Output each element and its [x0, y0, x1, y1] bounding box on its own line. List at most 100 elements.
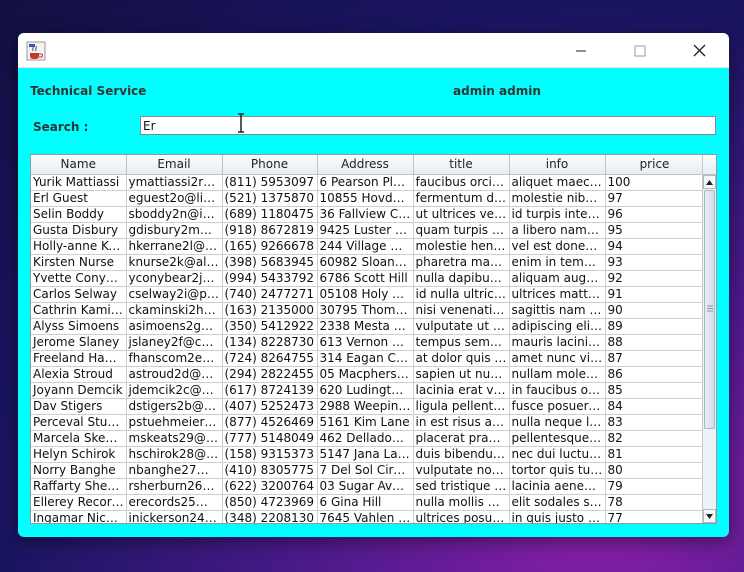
- table-row[interactable]: Gusta Disbury gdisbury2m@n... (918) 867281…: [31, 222, 705, 239]
- cell-email[interactable]: nbanghe27@...: [126, 462, 223, 479]
- column-header-email[interactable]: Email: [126, 155, 223, 175]
- cell-name[interactable]: Carlos Selway: [31, 286, 127, 303]
- table-row[interactable]: Ingamar Nicke... inickerson24@... (348) 22…: [31, 510, 705, 523]
- cell-info[interactable]: sagittis nam co...: [509, 302, 606, 319]
- search-input[interactable]: [140, 116, 716, 135]
- cell-title[interactable]: sed tristique in...: [413, 478, 510, 495]
- cell-info[interactable]: vel est donec o...: [509, 238, 606, 255]
- cell-email[interactable]: hschirok28@1...: [126, 446, 223, 463]
- cell-price[interactable]: 81: [605, 446, 705, 463]
- table-row[interactable]: Jerome Slaney jslaney2f@chin... (134) 8228…: [31, 334, 705, 351]
- cell-info[interactable]: molestie nibh i...: [509, 190, 606, 207]
- cell-title[interactable]: nulla dapibus ...: [413, 270, 510, 287]
- table-row[interactable]: Joyann Demcik jdemcik2c@art... (617) 87241…: [31, 382, 705, 399]
- table-row[interactable]: Ellerey Records erecords25@u... (850) 4723…: [31, 494, 705, 511]
- cell-phone[interactable]: (689) 1180475: [222, 206, 318, 223]
- cell-price[interactable]: 97: [605, 190, 705, 207]
- cell-title[interactable]: id nulla ultrices...: [413, 286, 510, 303]
- table-row[interactable]: Alexia Stroud astroud2d@a... (294) 2822455…: [31, 366, 705, 383]
- cell-address[interactable]: 10855 Hovde ...: [317, 190, 414, 207]
- table-row[interactable]: Dav Stigers dstigers2b@pr... (407) 5252473…: [31, 398, 705, 415]
- table-row[interactable]: Freeland Hans... fhanscom2e@... (724) 8264…: [31, 350, 705, 367]
- cell-info[interactable]: nec dui luctus r...: [509, 446, 606, 463]
- scroll-up-button[interactable]: [703, 175, 716, 189]
- column-header-phone[interactable]: Phone: [222, 155, 318, 175]
- table-row[interactable]: Raffarty Sherb... rsherburn26@l... (622) 3…: [31, 478, 705, 495]
- cell-phone[interactable]: (348) 2208130: [222, 510, 318, 523]
- cell-info[interactable]: aliquet maece...: [509, 174, 606, 191]
- cell-phone[interactable]: (811) 5953097: [222, 174, 318, 191]
- cell-phone[interactable]: (994) 5433792: [222, 270, 318, 287]
- cell-price[interactable]: 92: [605, 270, 705, 287]
- cell-price[interactable]: 88: [605, 334, 705, 351]
- cell-price[interactable]: 79: [605, 478, 705, 495]
- cell-email[interactable]: yconybear2j@i...: [126, 270, 223, 287]
- cell-name[interactable]: Gusta Disbury: [31, 222, 127, 239]
- cell-name[interactable]: Helyn Schirok: [31, 446, 127, 463]
- cell-phone[interactable]: (740) 2477271: [222, 286, 318, 303]
- cell-email[interactable]: astroud2d@a...: [126, 366, 223, 383]
- cell-phone[interactable]: (521) 1375870: [222, 190, 318, 207]
- table-row[interactable]: Holly-anne Ker... hkerrane2l@re... (165) 9…: [31, 238, 705, 255]
- cell-address[interactable]: 2338 Mesta Alley: [317, 318, 414, 335]
- cell-title[interactable]: lacinia erat ves...: [413, 382, 510, 399]
- cell-price[interactable]: 84: [605, 398, 705, 415]
- cell-name[interactable]: Marcela Skeats: [31, 430, 127, 447]
- cell-address[interactable]: 244 Village Ce...: [317, 238, 414, 255]
- table-row[interactable]: Norry Banghe nbanghe27@... (410) 8305775 7 …: [31, 462, 705, 479]
- cell-name[interactable]: Dav Stigers: [31, 398, 127, 415]
- cell-name[interactable]: Alexia Stroud: [31, 366, 127, 383]
- cell-title[interactable]: sapien ut nunc...: [413, 366, 510, 383]
- column-header-title[interactable]: title: [413, 155, 510, 175]
- cell-title[interactable]: placerat praes...: [413, 430, 510, 447]
- cell-title[interactable]: fermentum do...: [413, 190, 510, 207]
- cell-email[interactable]: inickerson24@...: [126, 510, 223, 523]
- column-header-address[interactable]: Address: [317, 155, 414, 175]
- column-header-name[interactable]: Name: [31, 155, 127, 175]
- cell-phone[interactable]: (724) 8264755: [222, 350, 318, 367]
- table-row[interactable]: Helyn Schirok hschirok28@1... (158) 931537…: [31, 446, 705, 463]
- title-bar[interactable]: [18, 33, 729, 68]
- cell-name[interactable]: Kirsten Nurse: [31, 254, 127, 271]
- cell-email[interactable]: jdemcik2c@art...: [126, 382, 223, 399]
- cell-phone[interactable]: (617) 8724139: [222, 382, 318, 399]
- cell-email[interactable]: fhanscom2e@...: [126, 350, 223, 367]
- cell-price[interactable]: 94: [605, 238, 705, 255]
- cell-address[interactable]: 7645 Vahlen Av...: [317, 510, 414, 523]
- cell-price[interactable]: 100: [605, 174, 705, 191]
- cell-address[interactable]: 314 Eagan Court: [317, 350, 414, 367]
- cell-info[interactable]: nulla neque lib...: [509, 414, 606, 431]
- cell-name[interactable]: Cathrin Kamin...: [31, 302, 127, 319]
- scrollbar-thumb[interactable]: [704, 190, 715, 429]
- cell-name[interactable]: Erl Guest: [31, 190, 127, 207]
- cell-info[interactable]: nullam molesti...: [509, 366, 606, 383]
- minimize-button[interactable]: [558, 33, 604, 68]
- cell-address[interactable]: 5147 Jana Lane: [317, 446, 414, 463]
- cell-name[interactable]: Jerome Slaney: [31, 334, 127, 351]
- column-header-info[interactable]: info: [509, 155, 606, 175]
- cell-name[interactable]: Ellerey Records: [31, 494, 127, 511]
- cell-phone[interactable]: (777) 5148049: [222, 430, 318, 447]
- cell-info[interactable]: in quis justo m...: [509, 510, 606, 523]
- table-row[interactable]: Erl Guest eguest2o@live... (521) 1375870 10…: [31, 190, 705, 207]
- cell-title[interactable]: ligula pellente...: [413, 398, 510, 415]
- results-table[interactable]: Name Email Phone Address title info pric…: [30, 154, 717, 524]
- cell-title[interactable]: nulla mollis m...: [413, 494, 510, 511]
- cell-email[interactable]: eguest2o@live...: [126, 190, 223, 207]
- cell-address[interactable]: 9425 Luster Po...: [317, 222, 414, 239]
- cell-address[interactable]: 462 Delladonn...: [317, 430, 414, 447]
- cell-address[interactable]: 60982 Sloan R...: [317, 254, 414, 271]
- cell-phone[interactable]: (398) 5683945: [222, 254, 318, 271]
- cell-phone[interactable]: (158) 9315373: [222, 446, 318, 463]
- cell-title[interactable]: ultrices posuer...: [413, 510, 510, 523]
- cell-price[interactable]: 77: [605, 510, 705, 523]
- cell-title[interactable]: molestie hendr...: [413, 238, 510, 255]
- cell-name[interactable]: Alyss Simoens: [31, 318, 127, 335]
- cell-price[interactable]: 83: [605, 414, 705, 431]
- cell-name[interactable]: Ingamar Nicke...: [31, 510, 127, 523]
- cell-phone[interactable]: (407) 5252473: [222, 398, 318, 415]
- cell-address[interactable]: 36 Fallview Cro...: [317, 206, 414, 223]
- cell-title[interactable]: in est risus au...: [413, 414, 510, 431]
- table-row[interactable]: Perceval Stueh... pstuehmeier2a... (877) 4…: [31, 414, 705, 431]
- maximize-button[interactable]: [617, 33, 663, 68]
